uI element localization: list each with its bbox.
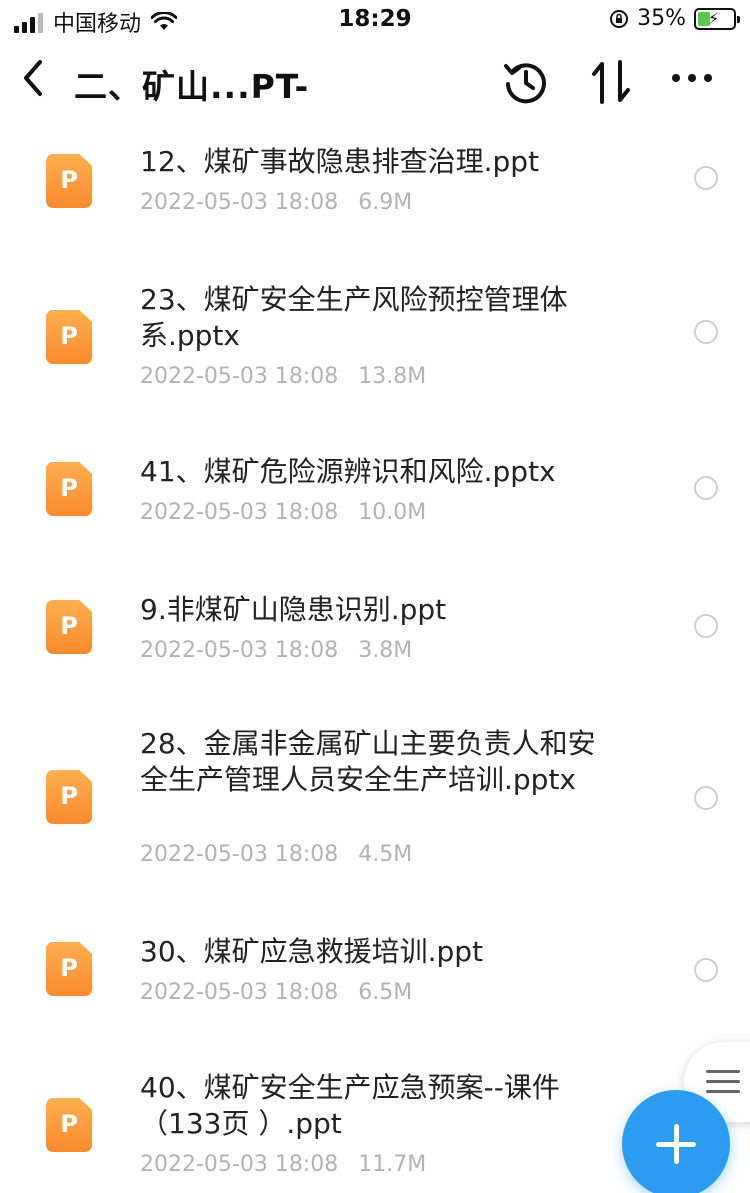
- file-list-item[interactable]: P 12、煤矿事故隐患排查治理.ppt 2022-05-03 18:08 6.9M: [0, 124, 750, 248]
- battery-percent: 35%: [637, 6, 686, 31]
- more-options-icon[interactable]: [672, 74, 716, 88]
- status-bar: 中国移动 18:29 35% ⚡: [0, 0, 750, 42]
- file-meta: 2022-05-03 18:08 6.9M: [140, 190, 412, 215]
- ppt-file-icon: P: [46, 600, 92, 654]
- ppt-file-icon: P: [46, 310, 92, 364]
- ppt-file-icon: P: [46, 942, 92, 996]
- file-date: 2022-05-03 18:08: [140, 500, 339, 525]
- file-size: 6.5M: [358, 980, 413, 1005]
- file-size: 6.9M: [358, 190, 413, 215]
- charging-bolt-icon: ⚡: [708, 8, 720, 28]
- file-name: 12、煤矿事故隐患排查治理.ppt: [140, 145, 540, 178]
- history-icon[interactable]: [502, 58, 550, 106]
- select-radio[interactable]: [694, 614, 718, 638]
- file-list-item[interactable]: P 30、煤矿应急救援培训.ppt 2022-05-03 18:08 6.5M: [0, 886, 750, 1032]
- file-list-item[interactable]: P 41、煤矿危险源辨识和风险.pptx 2022-05-03 18:08 10.…: [0, 410, 750, 546]
- file-name: 40、煤矿安全生产应急预案--课件（133页 ）.ppt: [140, 1071, 560, 1140]
- file-size: 3.8M: [358, 638, 413, 663]
- file-size: 13.8M: [358, 364, 427, 389]
- select-radio[interactable]: [694, 320, 718, 344]
- back-chevron-icon[interactable]: [18, 58, 48, 98]
- file-date: 2022-05-03 18:08: [140, 1152, 339, 1177]
- file-size: 10.0M: [358, 500, 427, 525]
- list-menu-icon: [706, 1070, 740, 1100]
- file-meta: 2022-05-03 18:08 13.8M: [140, 364, 426, 389]
- file-meta: 2022-05-03 18:08 11.7M: [140, 1152, 426, 1177]
- ppt-file-icon: P: [46, 462, 92, 516]
- status-bar-right: 35% ⚡: [609, 6, 740, 31]
- file-meta: 2022-05-03 18:08 4.5M: [140, 842, 412, 867]
- navigation-bar: 二、矿山...PT-: [0, 44, 750, 124]
- select-radio[interactable]: [694, 476, 718, 500]
- file-name: 41、煤矿危险源辨识和风险.pptx: [140, 455, 556, 488]
- file-meta: 2022-05-03 18:08 6.5M: [140, 980, 412, 1005]
- ppt-file-icon: P: [46, 1098, 92, 1152]
- file-date: 2022-05-03 18:08: [140, 190, 339, 215]
- select-radio[interactable]: [694, 958, 718, 982]
- rotation-lock-icon: [610, 9, 629, 28]
- select-radio[interactable]: [694, 786, 718, 810]
- file-date: 2022-05-03 18:08: [140, 638, 339, 663]
- select-radio[interactable]: [694, 166, 718, 190]
- file-browser-screen: 中国移动 18:29 35% ⚡ 二、矿山...PT- P 12、煤矿事故隐患排…: [0, 0, 750, 1193]
- file-size: 4.5M: [358, 842, 413, 867]
- file-meta: 2022-05-03 18:08 10.0M: [140, 500, 426, 525]
- folder-title: 二、矿山...PT-: [74, 67, 310, 106]
- file-meta: 2022-05-03 18:08 3.8M: [140, 638, 412, 663]
- add-button[interactable]: [622, 1090, 730, 1193]
- file-list-item[interactable]: P 28、金属非金属矿山主要负责人和安全生产管理人员安全生产培训.pptx 20…: [0, 684, 750, 886]
- file-name: 28、金属非金属矿山主要负责人和安全生产管理人员安全生产培训.pptx: [140, 727, 596, 796]
- file-name: 9.非煤矿山隐患识别.ppt: [140, 593, 447, 626]
- file-name: 23、煤矿安全生产风险预控管理体系.pptx: [140, 283, 568, 352]
- file-name: 30、煤矿应急救援培训.ppt: [140, 935, 484, 968]
- file-date: 2022-05-03 18:08: [140, 980, 339, 1005]
- file-list-item[interactable]: P 9.非煤矿山隐患识别.ppt 2022-05-03 18:08 3.8M: [0, 546, 750, 684]
- sort-icon[interactable]: [588, 58, 634, 106]
- battery-icon: ⚡: [694, 7, 740, 30]
- file-date: 2022-05-03 18:08: [140, 364, 339, 389]
- file-size: 11.7M: [358, 1152, 427, 1177]
- file-list-item[interactable]: P 23、煤矿安全生产风险预控管理体系.pptx 2022-05-03 18:0…: [0, 248, 750, 410]
- ppt-file-icon: P: [46, 154, 92, 208]
- ppt-file-icon: P: [46, 770, 92, 824]
- file-date: 2022-05-03 18:08: [140, 842, 339, 867]
